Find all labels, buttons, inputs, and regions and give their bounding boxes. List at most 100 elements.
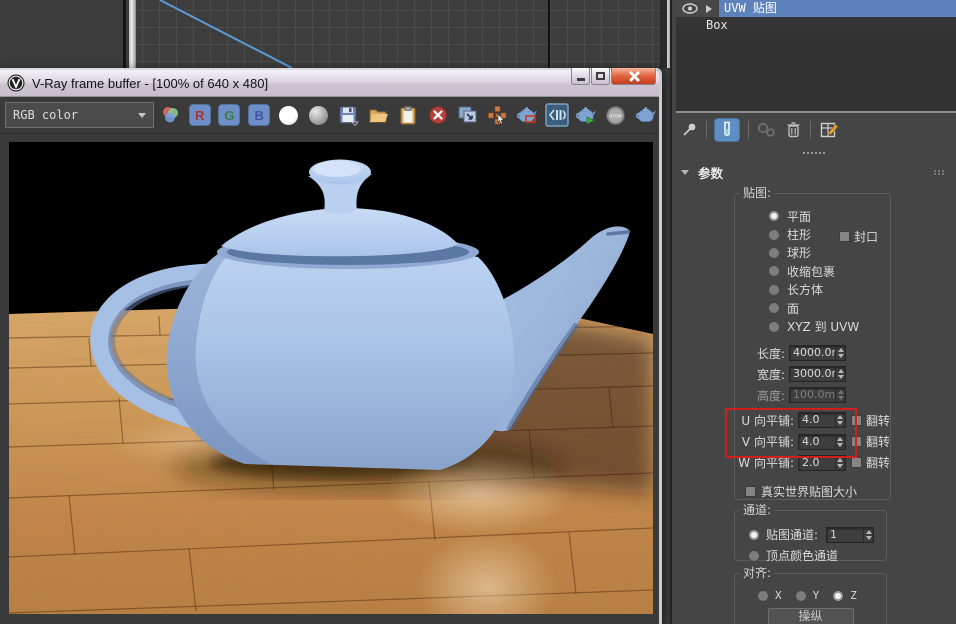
radio-axis-z[interactable]: [832, 590, 844, 602]
spinner-arrows-icon[interactable]: [835, 346, 845, 360]
axis-x[interactable]: X: [757, 589, 782, 602]
render-button[interactable]: [632, 102, 659, 128]
length-spinner[interactable]: 4000.0m: [789, 345, 846, 361]
spinner-arrows-icon[interactable]: [835, 367, 845, 381]
viewport-empty-region: [0, 0, 126, 68]
radio-spherical[interactable]: [768, 247, 780, 259]
u-tile-row: U 向平铺: 4.0 翻转: [735, 410, 890, 431]
panel-resize-grip[interactable]: [803, 152, 825, 154]
map-channel-spinner[interactable]: 1: [826, 527, 874, 543]
w-flip-row[interactable]: 翻转: [851, 454, 890, 471]
color-channels-icon[interactable]: [157, 102, 184, 128]
real-world-map-size-row[interactable]: 真实世界贴图大小: [735, 483, 890, 500]
alpha-button[interactable]: [305, 102, 332, 128]
radio-row-xyz-to-uvw[interactable]: XYZ 到 UVW: [735, 317, 890, 335]
spinner-arrows-icon[interactable]: [835, 435, 845, 449]
spinner-arrows-icon: [835, 388, 845, 402]
show-end-result-button[interactable]: [714, 118, 740, 142]
mapping-group-label: 贴图:: [740, 186, 774, 200]
parameters-rollout-header[interactable]: 参数: [677, 162, 951, 183]
spinner-arrows-icon[interactable]: [835, 456, 845, 470]
save-image-button[interactable]: [335, 102, 362, 128]
spinner-arrows-icon[interactable]: [863, 528, 873, 542]
vray-logo-icon: [7, 74, 25, 92]
vray-frame-buffer-window: V-Ray frame buffer - [100% of 640 x 480]…: [0, 68, 662, 624]
rollout-title: 参数: [698, 163, 723, 182]
real-world-checkbox[interactable]: [745, 486, 756, 497]
render-last-button[interactable]: [573, 102, 600, 128]
make-unique-icon[interactable]: [757, 122, 777, 138]
copy-to-clipboard-button[interactable]: [394, 102, 421, 128]
radio-vertex-color-channel[interactable]: [748, 550, 760, 562]
trash-icon[interactable]: [786, 121, 801, 138]
toolbar-separator: [748, 121, 749, 139]
radio-axis-x[interactable]: [757, 590, 769, 602]
viewport-splitter-left[interactable]: [129, 0, 136, 68]
stop-render-button[interactable]: STOP: [603, 102, 630, 128]
vertex-color-channel-row[interactable]: 顶点颜色通道: [735, 545, 886, 566]
radio-face[interactable]: [768, 302, 780, 314]
map-channel-row[interactable]: 贴图通道: 1: [735, 524, 886, 545]
clear-image-button[interactable]: [424, 102, 451, 128]
viewport-curve-line: [136, 0, 660, 68]
track-mouse-button[interactable]: [484, 102, 511, 128]
vray-raw-image-button[interactable]: [543, 102, 570, 128]
axis-y[interactable]: Y: [795, 589, 820, 602]
modifier-stack-toolbar: [672, 116, 956, 143]
radio-row-box[interactable]: 长方体: [735, 281, 890, 299]
viewport-gap: [660, 0, 667, 68]
expand-arrow-icon[interactable]: [706, 5, 712, 13]
u-flip-checkbox[interactable]: [851, 415, 862, 426]
load-image-button[interactable]: [365, 102, 392, 128]
radio-row-planar[interactable]: 平面: [735, 207, 890, 225]
red-channel-button[interactable]: R: [186, 102, 213, 128]
radio-xyz-to-uvw[interactable]: [768, 321, 780, 333]
pin-stack-icon[interactable]: [681, 121, 698, 138]
radio-shrinkwrap[interactable]: [768, 265, 780, 277]
v-tile-spinner[interactable]: 4.0: [798, 434, 846, 450]
v-flip-row[interactable]: 翻转: [851, 433, 890, 450]
spinner-arrows-icon[interactable]: [835, 413, 845, 427]
radio-planar[interactable]: [768, 210, 780, 222]
radio-cylindrical[interactable]: [768, 229, 780, 241]
green-channel-button[interactable]: G: [216, 102, 243, 128]
region-render-button[interactable]: [513, 102, 540, 128]
radio-map-channel[interactable]: [748, 529, 760, 541]
u-tile-spinner[interactable]: 4.0: [798, 412, 846, 428]
modifier-stack-selected-row[interactable]: UVW 贴图: [676, 0, 956, 17]
radio-row-cylindrical[interactable]: 柱形 封口: [735, 225, 890, 243]
blue-channel-button[interactable]: B: [246, 102, 273, 128]
v-flip-checkbox[interactable]: [851, 436, 862, 447]
monochrome-button[interactable]: [276, 102, 303, 128]
channel-dropdown-value: RGB color: [13, 108, 78, 122]
configure-modifier-sets-icon[interactable]: [820, 121, 839, 138]
channel-dropdown[interactable]: RGB color: [5, 102, 154, 128]
maximize-button[interactable]: [591, 68, 610, 85]
u-flip-row[interactable]: 翻转: [851, 412, 890, 429]
w-tile-spinner[interactable]: 2.0: [798, 455, 846, 471]
vfb-titlebar[interactable]: V-Ray frame buffer - [100% of 640 x 480]: [0, 70, 659, 97]
width-spinner[interactable]: 3000.0m: [789, 366, 846, 382]
viewport-grid[interactable]: [136, 0, 660, 68]
height-spinner: 100.0mm: [789, 387, 846, 403]
modifier-base-object[interactable]: Box: [676, 17, 956, 34]
close-button[interactable]: [611, 68, 656, 85]
radio-box[interactable]: [768, 284, 780, 296]
duplicate-to-host-button[interactable]: [454, 102, 481, 128]
width-row: 宽度: 3000.0m: [735, 364, 890, 385]
window-title: V-Ray frame buffer - [100% of 640 x 480]: [32, 76, 268, 91]
svg-text:STOP: STOP: [610, 113, 622, 118]
viewport-divider-line: [548, 0, 550, 68]
manipulate-button[interactable]: 操纵: [768, 608, 854, 624]
radio-row-shrinkwrap[interactable]: 收缩包裹: [735, 262, 890, 280]
minimize-button[interactable]: [571, 68, 590, 85]
vfb-toolbar: RGB color R G B: [0, 97, 659, 134]
modifier-uvw-map[interactable]: UVW 贴图: [719, 0, 956, 17]
axis-z[interactable]: Z: [832, 589, 857, 602]
radio-row-spherical[interactable]: 球形: [735, 244, 890, 262]
visibility-eye-icon[interactable]: [682, 3, 698, 14]
cap-checkbox[interactable]: [839, 231, 850, 242]
radio-row-face[interactable]: 面: [735, 299, 890, 317]
w-flip-checkbox[interactable]: [851, 457, 862, 468]
radio-axis-y[interactable]: [795, 590, 807, 602]
